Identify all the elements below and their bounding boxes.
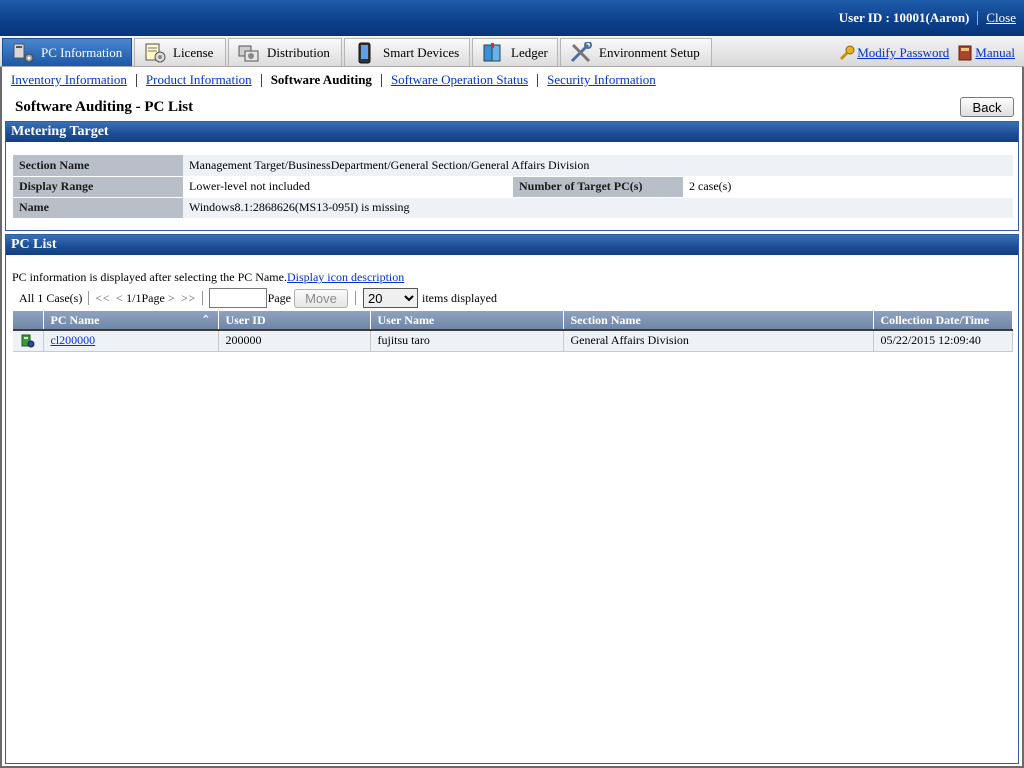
close-link[interactable]: Close bbox=[986, 10, 1016, 26]
pc-name-cell: cl200000 bbox=[43, 330, 219, 352]
tab-smart-devices[interactable]: Smart Devices bbox=[344, 38, 470, 66]
tab-environment-setup[interactable]: Environment Setup bbox=[560, 38, 712, 66]
note-text: PC information is displayed after select… bbox=[12, 270, 287, 284]
name-value: Windows8.1:2868626(MS13-095I) is missing bbox=[183, 197, 1013, 219]
key-icon bbox=[839, 45, 855, 61]
icon-column-header bbox=[13, 311, 44, 331]
pc-icon bbox=[11, 42, 35, 64]
page-number-input[interactable] bbox=[208, 288, 267, 308]
pagination-bar: All 1 Case(s) << < 1/1Page > >> Page Mov… bbox=[19, 288, 497, 308]
divider bbox=[135, 73, 137, 87]
target-pcs-label: Number of Target PC(s) bbox=[513, 176, 683, 198]
divider bbox=[201, 291, 203, 305]
divider bbox=[380, 73, 382, 87]
section-heading: Metering Target bbox=[6, 122, 1018, 142]
manual-book-icon bbox=[957, 45, 973, 61]
user-name-cell: fujitsu taro bbox=[370, 330, 564, 352]
sub-navigation: Inventory Information Product Informatio… bbox=[11, 72, 656, 88]
tab-label: PC Information bbox=[41, 44, 123, 60]
collection-date-cell: 05/22/2015 12:09:40 bbox=[873, 330, 1013, 352]
pc-list-section: PC List PC information is displayed afte… bbox=[5, 234, 1019, 764]
column-header-user-id[interactable]: User ID bbox=[218, 311, 371, 331]
tab-distribution[interactable]: Distribution bbox=[228, 38, 342, 66]
subnav-product-information[interactable]: Product Information bbox=[146, 72, 252, 88]
move-button[interactable]: Move bbox=[293, 288, 348, 308]
sort-ascending-icon[interactable]: ⌃ bbox=[201, 313, 210, 326]
section-name-cell: General Affairs Division bbox=[563, 330, 874, 352]
table-header-row: PC Name ⌃ User ID User Name Section Name… bbox=[13, 311, 1013, 331]
divider bbox=[88, 291, 90, 305]
display-range-label: Display Range bbox=[13, 176, 183, 198]
display-range-value: Lower-level not included bbox=[183, 176, 513, 198]
section-name-label: Section Name bbox=[13, 155, 183, 177]
smart-device-icon bbox=[353, 42, 377, 64]
table-row: Name Windows8.1:2868626(MS13-095I) is mi… bbox=[13, 197, 1013, 219]
table-row: cl200000 200000 fujitsu taro General Aff… bbox=[13, 330, 1013, 352]
prev-page-button[interactable]: < bbox=[116, 291, 123, 306]
first-page-button[interactable]: << bbox=[95, 291, 110, 306]
tools-icon bbox=[569, 40, 593, 64]
column-label: PC Name bbox=[50, 312, 100, 327]
back-button[interactable]: Back bbox=[960, 97, 1014, 117]
metering-target-table: Section Name Management Target/BusinessD… bbox=[13, 155, 1013, 219]
name-label: Name bbox=[13, 197, 183, 219]
divider bbox=[260, 73, 262, 87]
next-page-button[interactable]: > bbox=[168, 291, 175, 306]
subnav-software-auditing: Software Auditing bbox=[270, 72, 372, 87]
main-tab-bar: PC Information License Distribution Smar… bbox=[0, 36, 1024, 67]
manual-link[interactable]: Manual bbox=[975, 45, 1015, 61]
column-header-pc-name[interactable]: PC Name ⌃ bbox=[43, 311, 219, 331]
user-id-label: User ID : 10001(Aaron) bbox=[838, 10, 970, 25]
subnav-software-operation-status[interactable]: Software Operation Status bbox=[391, 72, 528, 88]
page-label: Page bbox=[267, 290, 291, 305]
column-header-section-name[interactable]: Section Name bbox=[563, 311, 874, 331]
tab-ledger[interactable]: Ledger bbox=[472, 38, 558, 66]
display-icon-description-link[interactable]: Display icon description bbox=[287, 270, 404, 284]
divider bbox=[354, 291, 356, 305]
subnav-security-information[interactable]: Security Information bbox=[547, 72, 656, 88]
page-info: 1/1Page bbox=[126, 290, 165, 305]
modify-password-link[interactable]: Modify Password bbox=[857, 45, 949, 61]
subnav-inventory-information[interactable]: Inventory Information bbox=[11, 72, 127, 88]
items-displayed-label: items displayed bbox=[421, 290, 497, 305]
table-row: Display Range Lower-level not included N… bbox=[13, 176, 1013, 198]
section-heading: PC List bbox=[6, 235, 1018, 255]
column-header-user-name[interactable]: User Name bbox=[370, 311, 564, 331]
tab-label: Distribution bbox=[267, 44, 330, 60]
divider bbox=[977, 11, 979, 25]
last-page-button[interactable]: >> bbox=[181, 291, 196, 306]
pc-status-icon bbox=[21, 333, 35, 348]
items-per-page-select[interactable]: 20 bbox=[362, 288, 418, 308]
tab-bar-links: Modify Password Manual bbox=[839, 45, 1015, 61]
ledger-icon bbox=[481, 42, 505, 64]
pc-status-icon-cell bbox=[13, 330, 44, 352]
divider bbox=[537, 73, 539, 87]
tab-label: License bbox=[173, 44, 214, 60]
tab-label: Environment Setup bbox=[599, 44, 700, 60]
tab-label: Ledger bbox=[511, 44, 548, 60]
pc-list-note: PC information is displayed after select… bbox=[12, 270, 404, 285]
tab-label: Smart Devices bbox=[383, 44, 460, 60]
section-name-value: Management Target/BusinessDepartment/Gen… bbox=[183, 155, 1013, 177]
license-icon bbox=[143, 42, 167, 64]
target-pcs-value: 2 case(s) bbox=[683, 176, 1013, 198]
user-info: User ID : 10001(Aaron) Close bbox=[839, 10, 1016, 26]
tab-license[interactable]: License bbox=[134, 38, 226, 66]
user-id-cell: 200000 bbox=[218, 330, 371, 352]
metering-target-section: Metering Target Section Name Management … bbox=[5, 121, 1019, 231]
total-count: All 1 Case(s) bbox=[19, 290, 83, 305]
top-header: User ID : 10001(Aaron) Close bbox=[0, 0, 1024, 36]
pc-name-link[interactable]: cl200000 bbox=[51, 333, 96, 347]
tab-pc-information[interactable]: PC Information bbox=[2, 38, 132, 66]
pc-list-table: PC Name ⌃ User ID User Name Section Name… bbox=[13, 311, 1013, 352]
distribution-icon bbox=[237, 42, 261, 64]
table-row: Section Name Management Target/BusinessD… bbox=[13, 155, 1013, 177]
page-title: Software Auditing - PC List bbox=[15, 99, 194, 115]
column-header-collection-date[interactable]: Collection Date/Time bbox=[873, 311, 1013, 331]
